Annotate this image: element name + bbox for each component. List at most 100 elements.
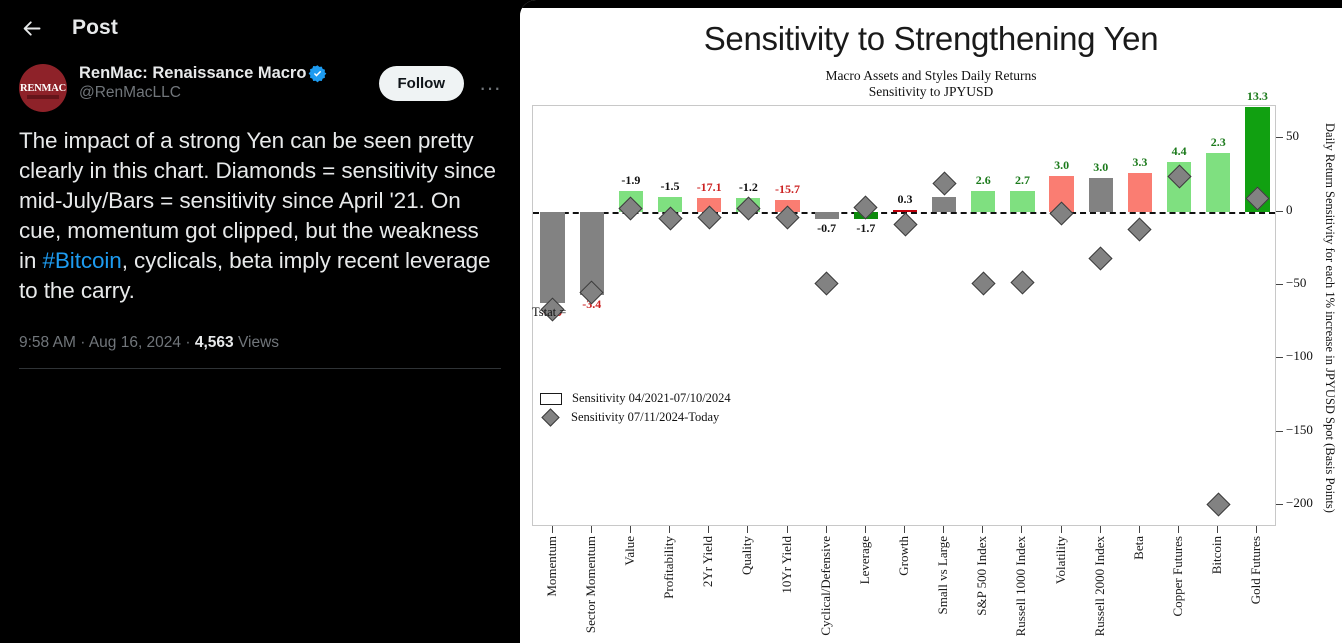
x-axis-category-label: Momentum xyxy=(543,536,559,597)
chart-legend: Sensitivity 04/2021-07/10/2024 Sensitivi… xyxy=(540,389,731,427)
y-axis-tick-mark xyxy=(1276,137,1283,139)
legend-diamond-swatch-icon xyxy=(541,408,560,427)
screenshot-root: Post RENMAC RenMac: Renaissance Macro @R… xyxy=(0,0,1342,643)
diamond-marker xyxy=(1206,492,1231,518)
bar-value-label: 2.3 xyxy=(1210,134,1226,149)
x-axis-category-label: Leverage xyxy=(856,536,872,585)
x-axis-tick-mark xyxy=(864,526,866,533)
x-axis-tick-mark xyxy=(904,526,905,533)
x-axis-tick-mark xyxy=(1060,526,1062,533)
bar-bitcoin xyxy=(1206,152,1231,212)
x-axis-category-label: Sector Momentum xyxy=(582,536,598,634)
bar-value-label: -15.7 xyxy=(775,181,801,196)
legend-bar-swatch-icon xyxy=(540,392,562,405)
y-axis-tick-label: −50 xyxy=(1286,274,1307,290)
bar-value-label: 2.7 xyxy=(1014,173,1030,188)
x-axis-tick-mark xyxy=(1099,526,1101,533)
x-axis-tick-mark xyxy=(669,526,671,533)
bar-momentum xyxy=(540,211,565,303)
meta-sep-2: · xyxy=(185,334,191,351)
tweet-date: Aug 16, 2024 xyxy=(88,334,182,351)
y-axis-tick-label: 0 xyxy=(1286,201,1293,217)
x-axis-category-label: Russell 2000 Index xyxy=(1091,536,1107,637)
verified-badge-icon xyxy=(308,64,327,83)
x-axis-category-label: 2Yr Yield xyxy=(700,536,716,588)
x-axis-category-label: Growth xyxy=(896,536,911,576)
tweet-text: The impact of a strong Yen can be seen p… xyxy=(0,112,520,306)
x-axis-category-label: Quality xyxy=(739,536,755,575)
y-axis-tick-mark xyxy=(1276,210,1283,212)
diamond-marker xyxy=(1088,246,1113,271)
chart-image-pane[interactable]: Sensitivity to Strengthening Yen Macro A… xyxy=(520,0,1342,643)
y-axis-title: Daily Return Sensitivity for each 1% inc… xyxy=(1323,123,1337,513)
bar-beta xyxy=(1127,173,1153,212)
back-button[interactable] xyxy=(14,10,50,46)
x-axis-tick-mark xyxy=(943,526,945,533)
x-axis-category-label: S&P 500 Index xyxy=(974,536,990,616)
bar-cyclical-defensive xyxy=(814,211,839,219)
tweet-metadata: 9:58 AM · Aug 16, 2024 · 4,563 Views xyxy=(0,306,520,352)
x-axis-tick-mark xyxy=(629,526,631,533)
tweet-time: 9:58 AM xyxy=(19,334,76,351)
tweet-detail-pane: Post RENMAC RenMac: Renaissance Macro @R… xyxy=(0,0,520,643)
x-axis-tick-mark xyxy=(1217,526,1219,533)
avatar[interactable]: RENMAC xyxy=(19,64,67,112)
bar-value-label: 0.3 xyxy=(897,192,913,207)
x-axis-category-label: Bitcoin xyxy=(1209,536,1225,575)
x-axis-tick-mark xyxy=(786,526,788,533)
y-axis-tick-label: −150 xyxy=(1286,421,1313,437)
legend-label: Sensitivity 07/11/2024-Today xyxy=(571,410,720,424)
x-axis-category-label: Russell 1000 Index xyxy=(1013,536,1029,637)
x-axis-category-label: Gold Futures xyxy=(1248,536,1264,605)
legend-label: Sensitivity 04/2021-07/10/2024 xyxy=(572,391,731,405)
avatar-label: RENMAC xyxy=(19,82,67,94)
x-axis-category-label: Copper Futures xyxy=(1170,536,1186,617)
x-axis-category-label: Beta xyxy=(1130,536,1146,560)
x-axis-tick-mark xyxy=(551,526,553,533)
x-axis-tick-mark xyxy=(982,526,984,533)
y-axis-tick-mark xyxy=(1276,357,1283,359)
x-axis-tick-mark xyxy=(1021,526,1023,533)
follow-button[interactable]: Follow xyxy=(378,66,464,101)
x-axis-category-label: Cyclical/Defensive xyxy=(817,536,833,636)
hashtag-bitcoin-link[interactable]: #Bitcoin xyxy=(42,248,121,273)
x-axis-category-label: Value xyxy=(621,536,637,566)
tweet-divider xyxy=(19,368,501,369)
chart-top-gutter xyxy=(520,0,1342,8)
avatar-underline xyxy=(27,95,59,99)
diamond-marker xyxy=(932,171,957,196)
diamond-marker xyxy=(1127,217,1152,242)
meta-sep-1: · xyxy=(80,334,86,351)
x-axis-tick-mark xyxy=(708,526,710,533)
views-label: Views xyxy=(237,334,280,351)
plot-wrapper: -6.9-3.4-1.9-1.5-17.1-1.2-15.7-0.7-1.70.… xyxy=(520,8,1342,643)
x-axis-tick-mark xyxy=(1138,526,1140,533)
x-axis-tick-mark xyxy=(1178,526,1180,533)
back-arrow-icon xyxy=(23,20,40,36)
bar-small-vs-large xyxy=(932,196,957,212)
x-axis-category-label: Profitability xyxy=(661,536,677,599)
y-axis-tick-label: −200 xyxy=(1286,494,1313,510)
views-count: 4,563 xyxy=(194,334,234,351)
bar-russell-1000-index xyxy=(1010,191,1035,212)
legend-item: Sensitivity 07/11/2024-Today xyxy=(540,408,731,427)
x-axis-category-label: 10Yr Yield xyxy=(778,536,794,594)
diamond-marker xyxy=(1010,269,1035,295)
tweet-header: Post xyxy=(0,0,520,56)
x-axis-tick-mark xyxy=(590,526,592,533)
x-axis-category-label: Volatility xyxy=(1052,536,1068,585)
tstat-axis-label: Tstat = xyxy=(532,304,567,319)
diamond-marker xyxy=(892,212,918,237)
legend-item: Sensitivity 04/2021-07/10/2024 xyxy=(540,389,731,408)
y-axis-tick-label: −100 xyxy=(1286,348,1313,364)
diamond-marker xyxy=(971,271,996,296)
x-axis-category-label: Small vs Large xyxy=(935,536,951,615)
more-options-icon[interactable]: ··· xyxy=(474,72,506,104)
y-axis-tick-mark xyxy=(1276,283,1283,285)
page-title: Post xyxy=(72,16,118,39)
y-axis-tick-mark xyxy=(1276,430,1283,432)
author-display-name[interactable]: RenMac: Renaissance Macro xyxy=(79,64,306,83)
plot-area: -6.9-3.4-1.9-1.5-17.1-1.2-15.7-0.7-1.70.… xyxy=(532,89,1276,526)
bar-value-label: 13.3 xyxy=(1246,89,1268,104)
y-axis-tick-label: 50 xyxy=(1286,128,1299,144)
